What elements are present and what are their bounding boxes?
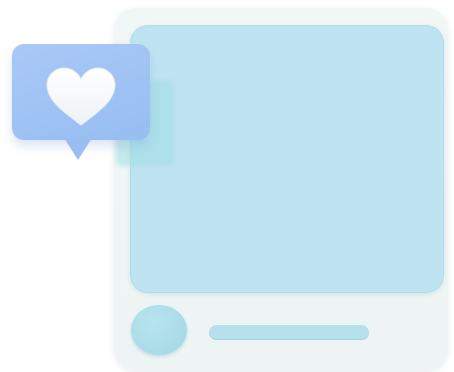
avatar — [131, 305, 187, 355]
caption-placeholder-bar — [209, 325, 369, 340]
heart-icon — [45, 67, 117, 127]
heart-icon-svg — [46, 67, 116, 126]
illustration-canvas — [0, 0, 454, 372]
post-image-placeholder — [130, 25, 444, 293]
speech-bubble-tail — [64, 138, 92, 160]
